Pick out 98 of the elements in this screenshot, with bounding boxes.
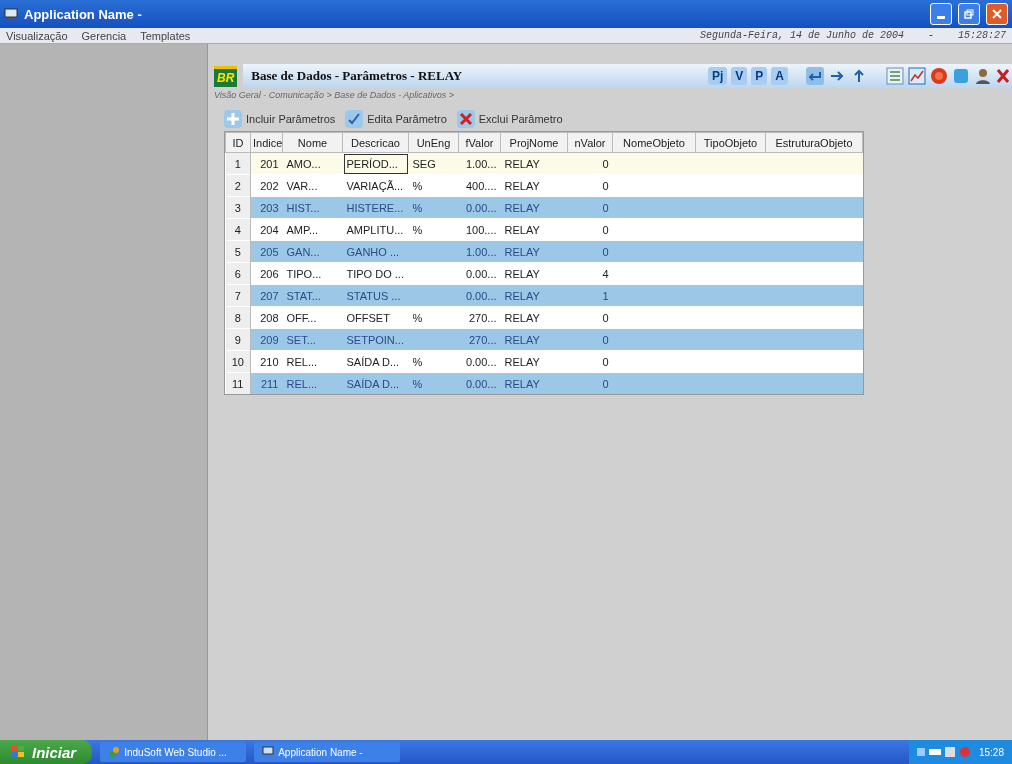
edit-button[interactable]: Edita Parâmetro — [345, 110, 447, 128]
table-cell: 0 — [567, 240, 613, 263]
app-icon — [108, 746, 121, 758]
table-cell: 203 — [250, 196, 283, 219]
table-cell: STAT... — [282, 284, 343, 307]
table-cell: 0 — [567, 372, 613, 394]
table-row[interactable]: 1 201 AMO... PERÍOD... SEG 1.00... RELAY 0 — [225, 152, 863, 175]
table-cell: 0 — [567, 328, 613, 351]
table-cell: 7 — [225, 284, 251, 307]
column-header[interactable]: Indice — [250, 132, 283, 153]
column-header[interactable]: Descricao — [342, 132, 409, 153]
delete-icon — [456, 110, 475, 128]
table-cell: 0.00... — [458, 284, 501, 307]
column-header[interactable]: ID — [225, 132, 251, 153]
table-cell: RELAY — [500, 284, 568, 307]
add-button[interactable]: Incluir Parâmetros — [224, 110, 336, 128]
table-cell: % — [408, 196, 459, 219]
menu-item[interactable]: Templates — [140, 29, 191, 42]
start-button[interactable]: Iniciar — [0, 740, 93, 764]
table-cell: 1 — [567, 284, 613, 307]
tray-icons — [916, 746, 973, 758]
table-cell: 270... — [458, 328, 501, 351]
breadcrumb: Visão Geral - Comunicação > Base de Dados - Aplicativos > — [214, 90, 456, 100]
minimize-button[interactable] — [930, 3, 952, 25]
table-cell: 2 — [225, 174, 251, 197]
user-icon[interactable] — [974, 67, 992, 85]
table-cell: 5 — [225, 240, 251, 263]
table-cell: 0.00... — [458, 372, 501, 394]
windows-logo-icon — [10, 745, 26, 759]
column-header[interactable]: TipoObjeto — [695, 132, 766, 153]
table-row[interactable]: 7 207 STAT... STATUS ... 0.00... RELAY 1 — [225, 284, 863, 307]
nav-button[interactable]: V — [731, 67, 748, 85]
menu-item[interactable]: Visualização — [6, 29, 68, 42]
nav-button[interactable]: P — [751, 67, 768, 85]
taskbar-button[interactable]: InduSoft Web Studio ... — [100, 742, 247, 762]
checkmark-icon — [345, 110, 364, 128]
chart-icon[interactable] — [908, 67, 926, 85]
date-text: Segunda-Feira, 14 de Junho de 2004 — [699, 30, 904, 41]
table-cell: 9 — [225, 328, 251, 351]
logo: BR — [214, 65, 238, 87]
nav-button[interactable]: Pj — [707, 67, 728, 85]
table-row[interactable]: 9 209 SET... SETPOIN... 270... RELAY 0 — [225, 328, 863, 351]
taskbar-button[interactable]: Application Name - — [254, 742, 401, 762]
restore-button[interactable] — [958, 3, 980, 25]
table-cell: HISTERE... — [342, 196, 409, 219]
table-cell: GANHO ... — [342, 240, 409, 263]
table-cell: 209 — [250, 328, 283, 351]
table-cell: 205 — [250, 240, 283, 263]
table-cell: RELAY — [500, 240, 568, 263]
table-cell: 211 — [250, 372, 283, 394]
tray-clock: 15:28 — [978, 746, 1004, 758]
page-title: Base de Dados - Parâmetros - RELAY — [250, 68, 463, 84]
table-row[interactable]: 5 205 GAN... GANHO ... 1.00... RELAY 0 — [225, 240, 863, 263]
close-button[interactable] — [986, 3, 1008, 25]
table-cell: RELAY — [500, 196, 568, 219]
table-cell: % — [408, 372, 459, 394]
column-header[interactable]: NomeObjeto — [612, 132, 696, 153]
delete-button[interactable]: Exclui Parâmetro — [456, 110, 563, 128]
plus-icon — [224, 110, 242, 128]
minimize-icon — [937, 15, 945, 19]
restore-icon — [964, 9, 974, 19]
clock-text: 15:28:27 — [958, 30, 1006, 41]
table-cell: 10 — [225, 350, 251, 373]
table-cell: RELAY — [500, 372, 568, 394]
table-cell: 0 — [567, 196, 613, 219]
table-cell: 207 — [250, 284, 283, 307]
table-cell: 8 — [225, 306, 251, 329]
table-row[interactable]: 3 203 HIST... HISTERE... % 0.00... RELAY 0 — [225, 196, 863, 219]
table-cell: 11 — [225, 372, 251, 394]
column-header[interactable]: fValor — [458, 132, 501, 153]
column-header[interactable]: nValor — [567, 132, 613, 153]
table-cell: SET... — [282, 328, 343, 351]
column-header[interactable]: ProjNome — [500, 132, 568, 153]
window-title: Application Name - — [24, 6, 142, 22]
table-row[interactable]: 11 211 REL... SAÍDA D... % 0.00... RELAY 0 — [225, 372, 863, 394]
separator-text: - — [927, 30, 934, 41]
table-cell: 1.00... — [458, 240, 501, 263]
close-icon — [992, 9, 1002, 19]
table-cell: 4 — [225, 218, 251, 241]
table-cell: 0.00... — [458, 196, 501, 219]
table-cell: RELAY — [500, 328, 568, 351]
table-cell: HIST... — [282, 196, 343, 219]
column-header[interactable]: UnEng — [408, 132, 459, 153]
nav-button[interactable]: A — [771, 67, 788, 85]
menu-item[interactable]: Gerencia — [81, 29, 127, 42]
monitor-icon — [262, 746, 275, 758]
column-header[interactable]: Nome — [282, 132, 343, 153]
table-cell: GAN... — [282, 240, 343, 263]
table-cell: SAÍDA D... — [342, 372, 409, 394]
table-cell: STATUS ... — [342, 284, 409, 307]
list-icon[interactable] — [886, 67, 904, 85]
table-cell: 1 — [225, 152, 251, 175]
monitor-icon — [4, 8, 18, 20]
table-cell: 3 — [225, 196, 251, 219]
table-cell: SETPOIN... — [342, 328, 409, 351]
column-header[interactable]: EstruturaObjeto — [765, 132, 863, 153]
table-cell: REL... — [282, 372, 343, 394]
table-cell: 6 — [225, 262, 251, 285]
